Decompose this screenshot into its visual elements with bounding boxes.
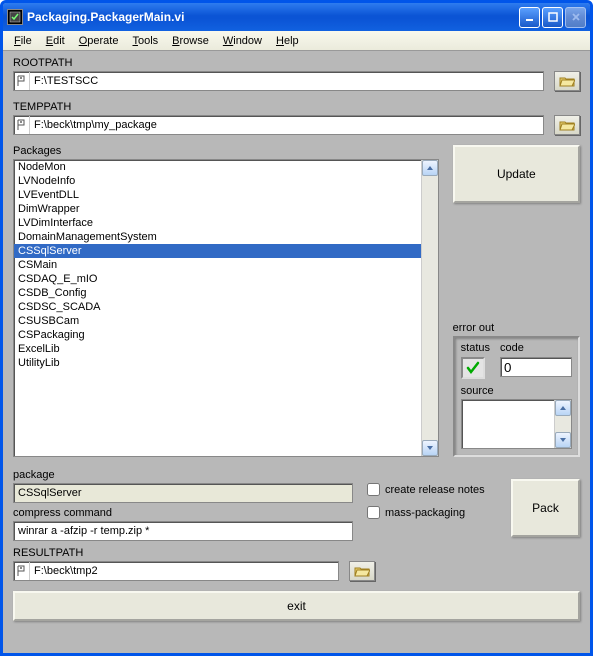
list-item[interactable]: CSDAQ_E_mIO — [14, 272, 421, 286]
mass-packaging-checkbox-row[interactable]: mass-packaging — [367, 506, 497, 519]
exit-button[interactable]: exit — [13, 591, 580, 621]
list-item[interactable]: NodeMon — [14, 160, 421, 174]
rootpath-input[interactable] — [13, 71, 544, 91]
menu-help[interactable]: Help — [269, 33, 306, 49]
menu-file[interactable]: File — [7, 33, 39, 49]
package-input[interactable] — [13, 483, 353, 503]
packages-scrollbar[interactable] — [421, 160, 438, 456]
maximize-button[interactable] — [542, 7, 563, 28]
menu-bar: File Edit Operate Tools Browse Window He… — [3, 31, 590, 51]
list-item[interactable]: CSUSBCam — [14, 314, 421, 328]
temppath-text[interactable] — [30, 119, 543, 131]
packages-listbox[interactable]: NodeMonLVNodeInfoLVEventDLLDimWrapperLVD… — [13, 159, 439, 457]
list-item[interactable]: DomainManagementSystem — [14, 230, 421, 244]
compress-input[interactable] — [13, 521, 353, 541]
content-area: ROOTPATH TEMPPATH Packages — [3, 51, 590, 653]
list-item[interactable]: DimWrapper — [14, 202, 421, 216]
temppath-field: TEMPPATH — [13, 101, 580, 135]
scroll-down-button[interactable] — [422, 440, 438, 456]
status-label: status — [461, 342, 490, 354]
temppath-label: TEMPPATH — [13, 101, 580, 113]
scroll-up-button[interactable] — [555, 400, 571, 416]
menu-tools[interactable]: Tools — [125, 33, 165, 49]
path-icon — [14, 116, 30, 134]
source-label: source — [461, 385, 572, 397]
resultpath-browse-button[interactable] — [349, 561, 375, 581]
title-bar[interactable]: Packaging.PackagerMain.vi — [3, 3, 590, 31]
source-scrollbar[interactable] — [554, 400, 571, 448]
minimize-button[interactable] — [519, 7, 540, 28]
scroll-down-button[interactable] — [555, 432, 571, 448]
list-item[interactable]: LVNodeInfo — [14, 174, 421, 188]
rootpath-text[interactable] — [30, 75, 543, 87]
resultpath-input[interactable] — [13, 561, 339, 581]
list-item[interactable]: CSSqlServer — [14, 244, 421, 258]
update-button[interactable]: Update — [453, 145, 580, 203]
menu-operate[interactable]: Operate — [72, 33, 126, 49]
pack-button[interactable]: Pack — [511, 479, 580, 537]
window-controls — [519, 7, 586, 28]
path-icon — [14, 562, 30, 580]
release-notes-checkbox-row[interactable]: create release notes — [367, 483, 497, 496]
resultpath-label: RESULTPATH — [13, 547, 580, 559]
menu-browse[interactable]: Browse — [165, 33, 216, 49]
release-notes-label: create release notes — [385, 484, 485, 496]
scroll-up-button[interactable] — [422, 160, 438, 176]
temppath-input[interactable] — [13, 115, 544, 135]
status-indicator — [461, 357, 485, 379]
window-title: Packaging.PackagerMain.vi — [27, 10, 519, 24]
rootpath-field: ROOTPATH — [13, 57, 580, 91]
release-notes-checkbox[interactable] — [367, 483, 380, 496]
packages-label: Packages — [13, 145, 439, 157]
code-input[interactable] — [500, 357, 572, 377]
compress-label: compress command — [13, 507, 353, 519]
list-item[interactable]: ExcelLib — [14, 342, 421, 356]
temppath-browse-button[interactable] — [554, 115, 580, 135]
path-icon — [14, 72, 30, 90]
checkmark-icon — [465, 360, 481, 376]
resultpath-field: RESULTPATH — [13, 547, 580, 581]
list-item[interactable]: LVEventDLL — [14, 188, 421, 202]
error-out-section: error out status code — [453, 322, 580, 457]
error-out-label: error out — [453, 322, 580, 334]
close-button[interactable] — [565, 7, 586, 28]
list-item[interactable]: CSMain — [14, 258, 421, 272]
source-textarea[interactable] — [461, 399, 572, 449]
app-icon — [7, 9, 23, 25]
list-item[interactable]: CSDSC_SCADA — [14, 300, 421, 314]
list-item[interactable]: CSPackaging — [14, 328, 421, 342]
mass-packaging-label: mass-packaging — [385, 507, 465, 519]
list-item[interactable]: UtilityLib — [14, 356, 421, 370]
packages-section: Packages NodeMonLVNodeInfoLVEventDLLDimW… — [13, 145, 439, 457]
list-item[interactable]: CSDB_Config — [14, 286, 421, 300]
resultpath-text[interactable] — [30, 565, 338, 577]
rootpath-label: ROOTPATH — [13, 57, 580, 69]
code-label: code — [500, 342, 572, 354]
menu-window[interactable]: Window — [216, 33, 269, 49]
menu-edit[interactable]: Edit — [39, 33, 72, 49]
package-label: package — [13, 469, 353, 481]
list-item[interactable]: LVDimInterface — [14, 216, 421, 230]
mass-packaging-checkbox[interactable] — [367, 506, 380, 519]
rootpath-browse-button[interactable] — [554, 71, 580, 91]
app-window: Packaging.PackagerMain.vi File Edit Oper… — [0, 0, 593, 656]
